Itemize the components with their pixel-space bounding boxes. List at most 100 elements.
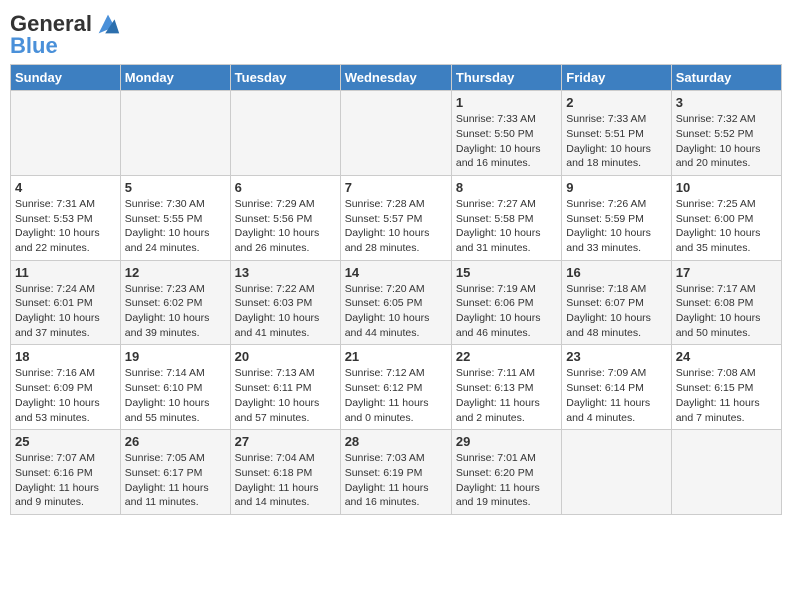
calendar-cell: 1 Sunrise: 7:33 AM Sunset: 5:50 PM Daylig…: [451, 91, 561, 176]
day-number: 28: [345, 434, 447, 449]
calendar-cell: 10 Sunrise: 7:25 AM Sunset: 6:00 PM Dayli…: [671, 175, 781, 260]
calendar-cell: 4Sunrise: 7:31 AM Sunset: 5:53 PM Daylig…: [11, 175, 121, 260]
day-number: 9: [566, 180, 666, 195]
calendar-cell: 14 Sunrise: 7:20 AM Sunset: 6:05 PM Dayli…: [340, 260, 451, 345]
calendar-cell: 9 Sunrise: 7:26 AM Sunset: 5:59 PM Daylig…: [562, 175, 671, 260]
day-number: 6: [235, 180, 336, 195]
day-info: Sunrise: 7:25 AM Sunset: 6:00 PM Dayligh…: [676, 197, 777, 256]
calendar-cell: [120, 91, 230, 176]
day-info: Sunrise: 7:08 AM Sunset: 6:15 PM Dayligh…: [676, 366, 777, 425]
calendar-cell: 20 Sunrise: 7:13 AM Sunset: 6:11 PM Dayli…: [230, 345, 340, 430]
day-info: Sunrise: 7:30 AM Sunset: 5:55 PM Dayligh…: [125, 197, 226, 256]
calendar-cell: 12Sunrise: 7:23 AM Sunset: 6:02 PM Dayli…: [120, 260, 230, 345]
calendar-cell: 11Sunrise: 7:24 AM Sunset: 6:01 PM Dayli…: [11, 260, 121, 345]
day-info: Sunrise: 7:16 AM Sunset: 6:09 PM Dayligh…: [15, 366, 116, 425]
day-number: 2: [566, 95, 666, 110]
day-number: 22: [456, 349, 557, 364]
calendar-cell: 6 Sunrise: 7:29 AM Sunset: 5:56 PM Daylig…: [230, 175, 340, 260]
day-number: 4: [15, 180, 116, 195]
calendar-cell: 23 Sunrise: 7:09 AM Sunset: 6:14 PM Dayli…: [562, 345, 671, 430]
weekday-header-thursday: Thursday: [451, 65, 561, 91]
calendar-cell: 21 Sunrise: 7:12 AM Sunset: 6:12 PM Dayli…: [340, 345, 451, 430]
calendar-cell: 13 Sunrise: 7:22 AM Sunset: 6:03 PM Dayli…: [230, 260, 340, 345]
calendar-cell: 24 Sunrise: 7:08 AM Sunset: 6:15 PM Dayli…: [671, 345, 781, 430]
day-number: 1: [456, 95, 557, 110]
day-number: 25: [15, 434, 116, 449]
day-number: 7: [345, 180, 447, 195]
day-number: 3: [676, 95, 777, 110]
day-number: 15: [456, 265, 557, 280]
page-header: General Blue: [10, 10, 782, 58]
day-info: Sunrise: 7:05 AM Sunset: 6:17 PM Dayligh…: [125, 451, 226, 510]
day-number: 18: [15, 349, 116, 364]
day-number: 10: [676, 180, 777, 195]
calendar-cell: 29Sunrise: 7:01 AM Sunset: 6:20 PM Dayli…: [451, 430, 561, 515]
calendar-cell: 16 Sunrise: 7:18 AM Sunset: 6:07 PM Dayli…: [562, 260, 671, 345]
calendar-cell: [230, 91, 340, 176]
calendar-cell: 25 Sunrise: 7:07 AM Sunset: 6:16 PM Dayli…: [11, 430, 121, 515]
day-info: Sunrise: 7:04 AM Sunset: 6:18 PM Dayligh…: [235, 451, 336, 510]
calendar-cell: [340, 91, 451, 176]
day-info: Sunrise: 7:11 AM Sunset: 6:13 PM Dayligh…: [456, 366, 557, 425]
calendar-week-4: 18 Sunrise: 7:16 AM Sunset: 6:09 PM Dayli…: [11, 345, 782, 430]
calendar-cell: 28 Sunrise: 7:03 AM Sunset: 6:19 PM Dayli…: [340, 430, 451, 515]
logo: General Blue: [10, 10, 122, 58]
day-number: 19: [125, 349, 226, 364]
day-info: Sunrise: 7:19 AM Sunset: 6:06 PM Dayligh…: [456, 282, 557, 341]
day-number: 21: [345, 349, 447, 364]
day-info: Sunrise: 7:22 AM Sunset: 6:03 PM Dayligh…: [235, 282, 336, 341]
day-info: Sunrise: 7:17 AM Sunset: 6:08 PM Dayligh…: [676, 282, 777, 341]
calendar-cell: 26 Sunrise: 7:05 AM Sunset: 6:17 PM Dayli…: [120, 430, 230, 515]
logo-icon: [94, 10, 122, 38]
day-number: 17: [676, 265, 777, 280]
day-info: Sunrise: 7:14 AM Sunset: 6:10 PM Dayligh…: [125, 366, 226, 425]
day-info: Sunrise: 7:27 AM Sunset: 5:58 PM Dayligh…: [456, 197, 557, 256]
day-number: 26: [125, 434, 226, 449]
calendar-cell: 7 Sunrise: 7:28 AM Sunset: 5:57 PM Daylig…: [340, 175, 451, 260]
day-number: 14: [345, 265, 447, 280]
day-number: 29: [456, 434, 557, 449]
calendar-cell: 5 Sunrise: 7:30 AM Sunset: 5:55 PM Daylig…: [120, 175, 230, 260]
calendar-cell: 18 Sunrise: 7:16 AM Sunset: 6:09 PM Dayli…: [11, 345, 121, 430]
day-number: 13: [235, 265, 336, 280]
day-number: 12: [125, 265, 226, 280]
calendar-cell: 2 Sunrise: 7:33 AM Sunset: 5:51 PM Daylig…: [562, 91, 671, 176]
day-info: Sunrise: 7:12 AM Sunset: 6:12 PM Dayligh…: [345, 366, 447, 425]
day-info: Sunrise: 7:28 AM Sunset: 5:57 PM Dayligh…: [345, 197, 447, 256]
day-number: 23: [566, 349, 666, 364]
day-number: 27: [235, 434, 336, 449]
day-info: Sunrise: 7:09 AM Sunset: 6:14 PM Dayligh…: [566, 366, 666, 425]
day-info: Sunrise: 7:13 AM Sunset: 6:11 PM Dayligh…: [235, 366, 336, 425]
calendar-cell: 3 Sunrise: 7:32 AM Sunset: 5:52 PM Daylig…: [671, 91, 781, 176]
calendar-cell: [671, 430, 781, 515]
day-info: Sunrise: 7:32 AM Sunset: 5:52 PM Dayligh…: [676, 112, 777, 171]
weekday-header-saturday: Saturday: [671, 65, 781, 91]
weekday-header-tuesday: Tuesday: [230, 65, 340, 91]
weekday-header-sunday: Sunday: [11, 65, 121, 91]
day-number: 24: [676, 349, 777, 364]
calendar-week-3: 11Sunrise: 7:24 AM Sunset: 6:01 PM Dayli…: [11, 260, 782, 345]
calendar-week-2: 4Sunrise: 7:31 AM Sunset: 5:53 PM Daylig…: [11, 175, 782, 260]
day-number: 11: [15, 265, 116, 280]
day-info: Sunrise: 7:03 AM Sunset: 6:19 PM Dayligh…: [345, 451, 447, 510]
day-info: Sunrise: 7:07 AM Sunset: 6:16 PM Dayligh…: [15, 451, 116, 510]
day-info: Sunrise: 7:20 AM Sunset: 6:05 PM Dayligh…: [345, 282, 447, 341]
weekday-header-monday: Monday: [120, 65, 230, 91]
calendar-cell: 17 Sunrise: 7:17 AM Sunset: 6:08 PM Dayli…: [671, 260, 781, 345]
calendar-cell: 22 Sunrise: 7:11 AM Sunset: 6:13 PM Dayli…: [451, 345, 561, 430]
day-info: Sunrise: 7:26 AM Sunset: 5:59 PM Dayligh…: [566, 197, 666, 256]
calendar-week-1: 1 Sunrise: 7:33 AM Sunset: 5:50 PM Daylig…: [11, 91, 782, 176]
calendar-cell: 19 Sunrise: 7:14 AM Sunset: 6:10 PM Dayli…: [120, 345, 230, 430]
day-info: Sunrise: 7:18 AM Sunset: 6:07 PM Dayligh…: [566, 282, 666, 341]
calendar-cell: 27 Sunrise: 7:04 AM Sunset: 6:18 PM Dayli…: [230, 430, 340, 515]
day-number: 5: [125, 180, 226, 195]
day-info: Sunrise: 7:29 AM Sunset: 5:56 PM Dayligh…: [235, 197, 336, 256]
calendar-week-5: 25 Sunrise: 7:07 AM Sunset: 6:16 PM Dayli…: [11, 430, 782, 515]
day-number: 16: [566, 265, 666, 280]
day-number: 20: [235, 349, 336, 364]
calendar-cell: 8Sunrise: 7:27 AM Sunset: 5:58 PM Daylig…: [451, 175, 561, 260]
calendar-table: SundayMondayTuesdayWednesdayThursdayFrid…: [10, 64, 782, 515]
day-info: Sunrise: 7:33 AM Sunset: 5:50 PM Dayligh…: [456, 112, 557, 171]
calendar-cell: 15 Sunrise: 7:19 AM Sunset: 6:06 PM Dayli…: [451, 260, 561, 345]
day-info: Sunrise: 7:33 AM Sunset: 5:51 PM Dayligh…: [566, 112, 666, 171]
